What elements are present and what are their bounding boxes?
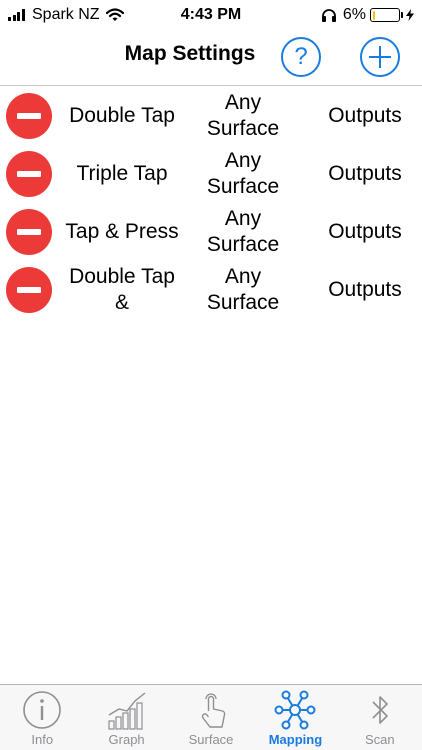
tab-info[interactable]: Info	[0, 685, 84, 750]
tab-scan[interactable]: Scan	[338, 685, 422, 750]
gesture-label[interactable]: Double Tap &	[62, 263, 182, 317]
tab-label: Graph	[108, 732, 145, 747]
delete-button[interactable]	[6, 151, 52, 197]
surface-label[interactable]: Any Surface	[192, 205, 294, 259]
tab-mapping[interactable]: Mapping	[253, 685, 337, 750]
minus-icon	[17, 229, 41, 235]
surface-label[interactable]: Any Surface	[192, 89, 294, 143]
mapping-row[interactable]: Tap & Press Any Surface Outputs	[0, 203, 422, 261]
charging-bolt-icon	[406, 9, 414, 21]
nav-bar: Map Settings ?	[0, 30, 422, 86]
minus-icon	[17, 287, 41, 293]
status-bar: Spark NZ 4:43 PM 6%	[0, 0, 422, 30]
tab-bar: Info Graph Surface Mapping Scan	[0, 684, 422, 750]
gesture-label[interactable]: Double Tap	[62, 89, 182, 143]
graph-icon	[108, 692, 146, 730]
delete-button[interactable]	[6, 93, 52, 139]
tab-surface[interactable]: Surface	[169, 685, 253, 750]
page-title: Map Settings	[124, 42, 256, 65]
minus-icon	[17, 113, 41, 119]
mapping-row[interactable]: Double Tap Any Surface Outputs	[0, 87, 422, 145]
bluetooth-icon	[372, 696, 388, 724]
network-icon	[274, 690, 316, 730]
surface-label[interactable]: Any Surface	[192, 147, 294, 201]
help-icon: ?	[294, 43, 308, 70]
outputs-label[interactable]: Outputs	[310, 89, 420, 143]
add-mapping-button[interactable]	[360, 37, 400, 77]
plus-icon	[369, 46, 391, 68]
gesture-label[interactable]: Tap & Press	[62, 205, 182, 259]
mapping-list: Double Tap Any Surface Outputs Triple Ta…	[0, 87, 422, 319]
status-right: 6%	[321, 6, 414, 24]
battery-nub	[401, 12, 403, 18]
tab-label: Scan	[365, 732, 395, 747]
headphones-icon	[321, 9, 336, 22]
outputs-label[interactable]: Outputs	[310, 205, 420, 259]
gesture-label[interactable]: Triple Tap	[62, 147, 182, 201]
help-button[interactable]: ?	[281, 37, 321, 77]
delete-button[interactable]	[6, 267, 52, 313]
tab-graph[interactable]: Graph	[84, 685, 168, 750]
mapping-row[interactable]: Triple Tap Any Surface Outputs	[0, 145, 422, 203]
battery-percent: 6%	[342, 6, 366, 23]
delete-button[interactable]	[6, 209, 52, 255]
outputs-label[interactable]: Outputs	[310, 147, 420, 201]
tab-label: Surface	[188, 732, 234, 747]
tab-label: Info	[31, 732, 54, 747]
tab-label: Mapping	[268, 732, 323, 747]
minus-icon	[17, 171, 41, 177]
touch-icon	[201, 693, 226, 728]
surface-label[interactable]: Any Surface	[192, 263, 294, 317]
info-icon	[23, 691, 62, 729]
battery-icon	[370, 8, 400, 22]
outputs-label[interactable]: Outputs	[310, 263, 420, 317]
mapping-row[interactable]: Double Tap & Any Surface Outputs	[0, 261, 422, 319]
battery-level	[372, 10, 375, 20]
